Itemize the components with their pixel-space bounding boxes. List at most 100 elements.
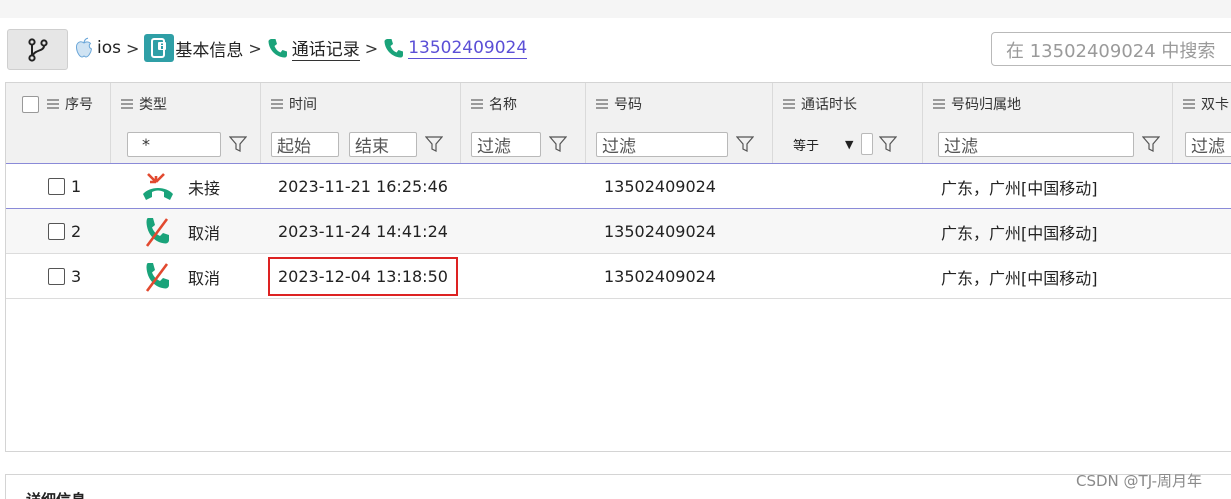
location-cell: 广东，广州[中国移动] [941,164,1098,209]
filter-icon[interactable] [229,135,247,153]
time-start-filter[interactable]: 起始 [271,131,339,157]
filter-icon[interactable] [736,135,754,153]
filter-cell-dual-sim: 过滤 [1173,125,1231,163]
column-header-type[interactable]: 类型 [111,83,261,125]
breadcrumb-label: ios [97,38,121,58]
column-label: 时间 [289,97,317,113]
device-info-icon [144,34,175,62]
time-cell: 2023-11-24 14:41:24 [278,209,448,254]
column-menu-icon [271,99,283,109]
table-row[interactable]: 2 取消 2023-11-24 14:41:24 13502409024 广东，… [6,209,1231,254]
type-filter-input[interactable]: * [127,131,221,157]
phone-number: 13502409024 [604,222,716,241]
type-cell: 未接 [138,164,220,209]
column-label: 号码 [614,97,642,113]
location-cell: 广东，广州[中国移动] [941,254,1098,299]
time-cell: 2023-11-21 16:25:46 [278,164,448,209]
row-index: 1 [71,177,82,196]
breadcrumb: ios > 基本信息 > 通话记录 > 13502409024 [74,32,528,64]
call-time-highlighted: 2023-12-04 13:18:50 [268,257,458,296]
column-header-location[interactable]: 号码归属地 [923,83,1173,125]
call-type-label: 未接 [188,178,221,198]
top-strip [0,0,1231,18]
name-filter-input[interactable]: 过滤 [471,131,541,157]
number-cell: 13502409024 [604,164,716,209]
index-cell: 1 [48,164,81,209]
type-cell: 取消 [138,254,220,299]
filter-cell-index [6,125,111,163]
column-menu-icon [933,99,945,109]
time-cell: 2023-12-04 13:18:50 [268,254,458,299]
column-menu-icon [783,99,795,109]
filter-cell-location: 过滤 [923,125,1173,163]
duration-operator-select[interactable]: 等于 ▼ [793,132,853,157]
column-header-time[interactable]: 时间 [261,83,461,125]
breadcrumb-label: 基本信息 [175,40,244,61]
column-menu-icon [1183,99,1195,109]
toolbar: ios > 基本信息 > 通话记录 > 13502409024 在 135024… [0,18,1231,80]
location-filter-input[interactable]: 过滤 [938,131,1134,157]
filter-icon[interactable] [1142,135,1160,153]
call-type-label: 取消 [188,268,221,288]
filter-icon[interactable] [425,135,443,153]
breadcrumb-item-number[interactable]: 13502409024 [383,37,528,59]
column-menu-icon [596,99,608,109]
filter-cell-type: * [111,125,261,163]
number-location: 广东，广州[中国移动] [941,223,1098,243]
table-row[interactable]: 1 未接 2023-11-21 16:25:46 13502409024 广东，… [6,164,1231,209]
phone-icon [268,39,287,58]
phone-number: 13502409024 [604,267,716,286]
detail-title: 详细信息 [26,489,86,499]
column-label: 双卡 [1201,97,1229,113]
row-checkbox[interactable] [48,223,65,240]
call-log-table: 序号 类型 时间 名称 号码 通话时长 号码归属地 双卡 * 起始 结束 过滤 … [5,82,1231,452]
column-header-dual-sim[interactable]: 双卡 [1173,83,1231,125]
time-end-filter[interactable]: 结束 [349,131,417,157]
column-header-number[interactable]: 号码 [586,83,773,125]
select-value: 等于 [793,138,820,154]
row-index: 3 [71,267,82,286]
breadcrumb-label: 13502409024 [408,37,528,59]
breadcrumb-item-basic-info[interactable]: 基本信息 [144,34,243,62]
breadcrumb-separator: > [125,38,140,58]
number-location: 广东，广州[中国移动] [941,178,1098,198]
phone-number: 13502409024 [604,177,716,196]
type-cell: 取消 [138,209,220,254]
location-cell: 广东，广州[中国移动] [941,209,1098,254]
table-header: 序号 类型 时间 名称 号码 通话时长 号码归属地 双卡 * 起始 结束 过滤 … [6,83,1231,164]
filter-icon[interactable] [879,135,898,153]
breadcrumb-item-ios[interactable]: ios [74,37,121,59]
filter-cell-number: 过滤 [586,125,773,163]
table-row[interactable]: 3 取消 2023-12-04 13:18:50 13502409024 广东，… [6,254,1231,299]
column-header-duration[interactable]: 通话时长 [773,83,923,125]
watermark: CSDN @TJ-周月年 [1076,472,1202,490]
column-menu-icon [121,99,133,109]
breadcrumb-item-call-log[interactable]: 通话记录 [267,35,360,61]
column-header-name[interactable]: 名称 [461,83,586,125]
call-time: 2023-11-21 16:25:46 [278,177,448,196]
column-menu-icon [471,99,483,109]
number-location: 广东，广州[中国移动] [941,268,1098,288]
search-input[interactable] [991,32,1231,66]
filter-cell-name: 过滤 [461,125,586,163]
detail-panel: 详细信息 [5,474,1231,499]
dual-sim-filter-input[interactable]: 过滤 [1185,131,1231,157]
row-checkbox[interactable] [48,178,65,195]
filter-icon[interactable] [549,135,567,153]
cancelled-call-icon [145,217,169,247]
row-checkbox[interactable] [48,268,65,285]
breadcrumb-separator: > [248,38,262,58]
filter-cell-duration: 等于 ▼ [773,125,923,163]
duration-filter-input[interactable] [861,133,874,155]
column-menu-icon [47,99,59,109]
number-filter-input[interactable]: 过滤 [596,131,728,157]
index-cell: 3 [48,254,81,299]
select-all-checkbox[interactable] [22,95,39,113]
column-label: 通话时长 [801,97,857,113]
phone-icon [384,39,404,58]
number-cell: 13502409024 [604,254,716,299]
branch-button[interactable] [7,29,68,70]
column-label: 号码归属地 [951,97,1021,113]
column-header-index[interactable]: 序号 [6,83,111,125]
missed-call-icon [143,172,173,200]
